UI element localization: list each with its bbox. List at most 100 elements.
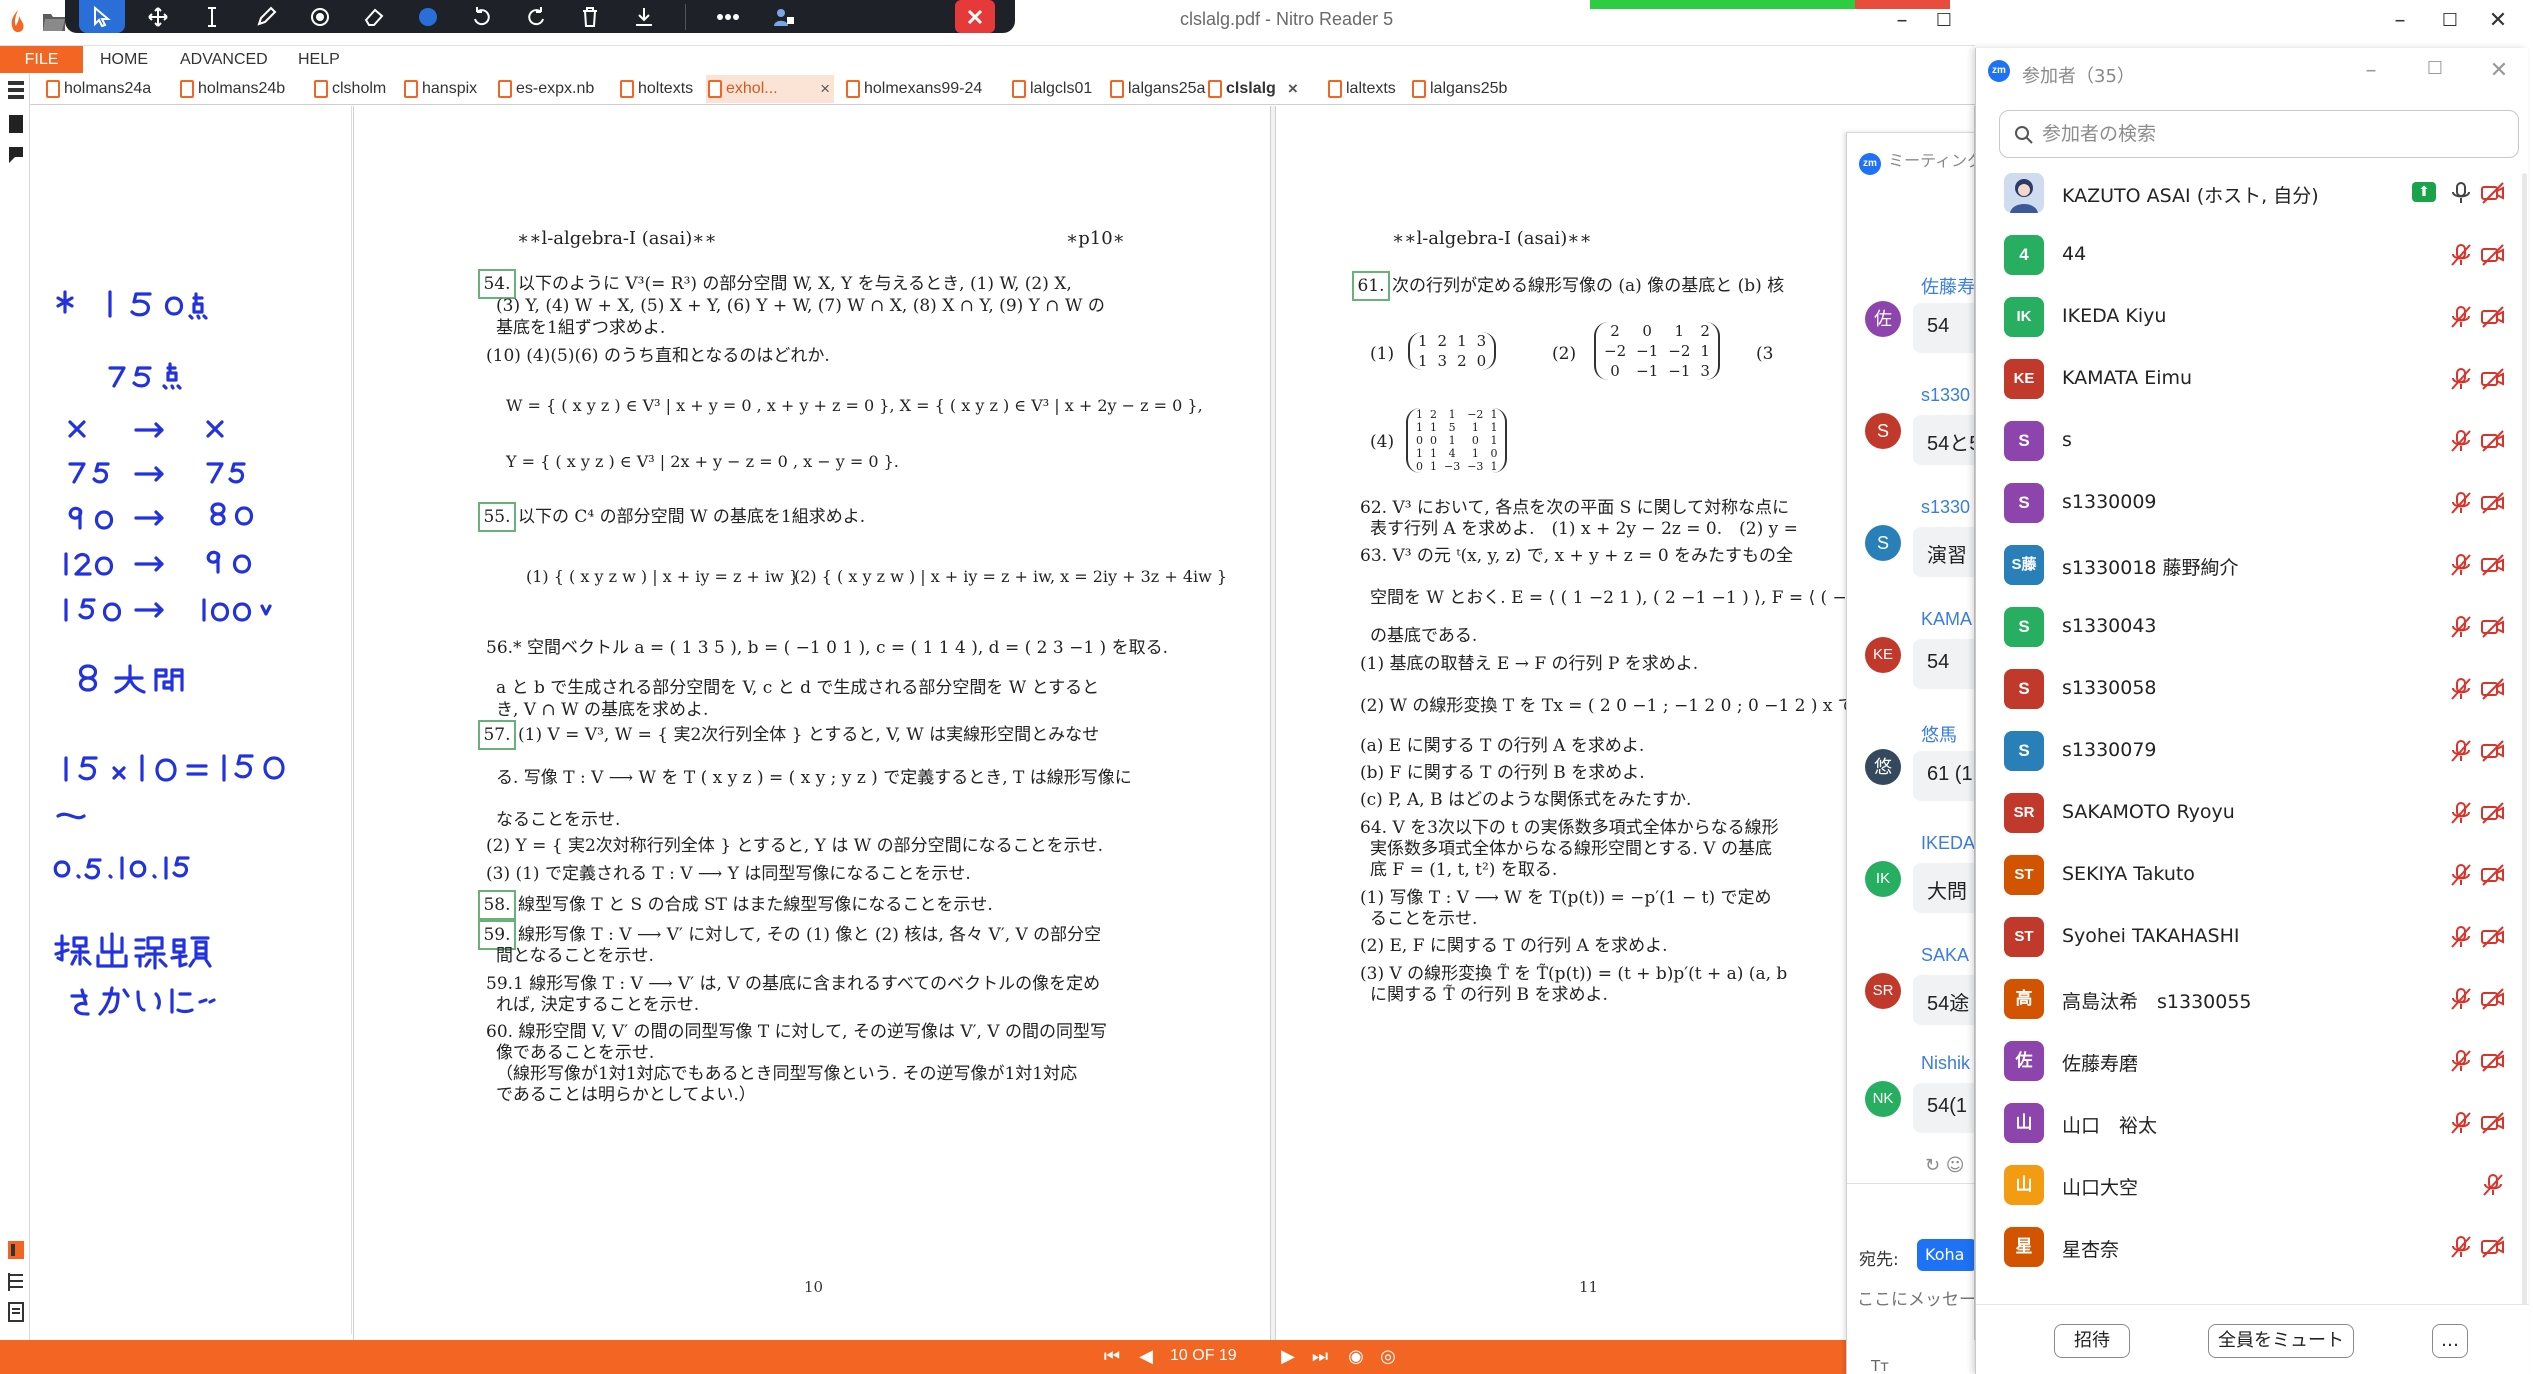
tab-holmans24a[interactable]: holmans24a: [44, 75, 151, 103]
video-off-icon[interactable]: [2480, 739, 2506, 763]
participant-row[interactable]: 星星杏奈: [1976, 1216, 2516, 1278]
tab-es-expx[interactable]: es-expx.nb: [496, 75, 594, 103]
recipient-select[interactable]: Koha: [1917, 1239, 1974, 1271]
tab-clsholm[interactable]: clsholm: [312, 75, 386, 103]
microphone-muted-icon[interactable]: [2448, 987, 2474, 1011]
microphone-muted-icon[interactable]: [2448, 677, 2474, 701]
participant-row[interactable]: ST Syohei TAKAHASHI: [1976, 906, 2516, 968]
participant-row[interactable]: SR SAKAMOTO Ryoyu: [1976, 782, 2516, 844]
video-off-icon[interactable]: [2480, 1049, 2506, 1073]
video-off-icon[interactable]: [2480, 305, 2506, 329]
tab-lalgcls01[interactable]: lalgcls01: [1010, 75, 1092, 103]
participant-row[interactable]: S藤 s1330018 藤野絢介: [1976, 534, 2516, 596]
tab-lalgans25a[interactable]: lalgans25a: [1108, 75, 1205, 103]
participant-row[interactable]: 4 44: [1976, 224, 2516, 286]
tab-hanspix[interactable]: hanspix: [402, 75, 477, 103]
mute-all-button[interactable]: 全員をミュート: [2208, 1324, 2354, 1358]
invite-button[interactable]: 招待: [2054, 1324, 2130, 1358]
panel-maximize-icon[interactable]: ☐: [2420, 58, 2450, 79]
tab-lalgans25b[interactable]: lalgans25b: [1410, 75, 1507, 103]
participant-row[interactable]: Ss1330079: [1976, 720, 2516, 782]
layers-panel-icon[interactable]: [6, 1271, 26, 1293]
video-off-icon[interactable]: [2480, 987, 2506, 1011]
menu-home[interactable]: HOME: [100, 46, 148, 74]
panel-close-icon[interactable]: ✕: [2484, 58, 2514, 83]
more-options-button[interactable]: …: [2432, 1324, 2468, 1358]
microphone-muted-icon[interactable]: [2448, 429, 2474, 453]
chat-input[interactable]: [1857, 1285, 1974, 1315]
video-off-icon[interactable]: [2480, 181, 2506, 205]
text-format-icon[interactable]: Tᴛ: [1871, 1357, 1889, 1374]
bookmarks-panel-icon[interactable]: [6, 113, 26, 135]
tab-holtexts[interactable]: holtexts: [618, 75, 693, 103]
microphone-muted-icon[interactable]: [2448, 801, 2474, 825]
forward-view-icon[interactable]: ◎: [1376, 1346, 1400, 1368]
participant-row[interactable]: Ss1330058: [1976, 658, 2516, 720]
video-off-icon[interactable]: [2480, 863, 2506, 887]
microphone-muted-icon[interactable]: [2448, 367, 2474, 391]
microphone-muted-icon[interactable]: [2448, 863, 2474, 887]
comments-panel-icon[interactable]: [6, 145, 26, 167]
participant-row[interactable]: 山山口 裕太: [1976, 1092, 2516, 1154]
orange-panel-icon[interactable]: [6, 1239, 26, 1261]
video-off-icon[interactable]: [2480, 429, 2506, 453]
microphone-muted-icon[interactable]: [2448, 615, 2474, 639]
pdf-viewer[interactable]: ∗∗l-algebra-I (asai)∗∗ ∗p10∗ 54. 以下のように …: [353, 106, 1975, 1340]
participant-row[interactable]: Ss: [1976, 410, 2516, 472]
last-page-icon[interactable]: ⏭: [1308, 1346, 1332, 1368]
participant-search[interactable]: [1999, 110, 2519, 158]
microphone-muted-icon[interactable]: [2448, 491, 2474, 515]
chat-bubble[interactable]: 大問: [1913, 863, 1974, 913]
participant-row[interactable]: 山山口大空: [1976, 1154, 2516, 1216]
tab-holmans24b[interactable]: holmans24b: [178, 75, 285, 103]
participant-row[interactable]: Ss1330043: [1976, 596, 2516, 658]
microphone-muted-icon[interactable]: [2448, 243, 2474, 267]
color-dot-icon[interactable]: [405, 0, 451, 33]
reaction-icon[interactable]: ↻ ☺: [1925, 1155, 1965, 1176]
participant-row[interactable]: KE KAMATA Eimu: [1976, 348, 2516, 410]
participant-row[interactable]: IK IKEDA Kiyu: [1976, 286, 2516, 348]
participant-row[interactable]: Ss1330009: [1976, 472, 2516, 534]
menu-advanced[interactable]: ADVANCED: [180, 46, 268, 74]
select-arrow-icon[interactable]: [79, 0, 125, 33]
participant-row[interactable]: 高高島汰希 s1330055: [1976, 968, 2516, 1030]
video-off-icon[interactable]: [2480, 1235, 2506, 1259]
chat-bubble[interactable]: 54: [1913, 639, 1974, 689]
eraser-icon[interactable]: [351, 0, 397, 33]
page-indicator[interactable]: 10 OF 19: [1170, 1347, 1237, 1365]
back-view-icon[interactable]: ◉: [1344, 1346, 1368, 1368]
chat-bubble[interactable]: 61 (1: [1913, 751, 1974, 801]
open-folder-icon[interactable]: [42, 10, 66, 32]
chat-bubble[interactable]: 54(1: [1913, 1083, 1974, 1133]
share-screen-icon[interactable]: [761, 0, 807, 33]
video-off-icon[interactable]: [2480, 801, 2506, 825]
tab-clslalg[interactable]: clslalg ×: [1206, 75, 1302, 103]
text-cursor-icon[interactable]: [189, 0, 235, 33]
microphone-muted-icon[interactable]: [2480, 1173, 2506, 1197]
tab-holmexans99-24[interactable]: holmexans99-24: [844, 75, 982, 103]
tab-close-icon[interactable]: ×: [1288, 75, 1298, 103]
panel-minimize-icon[interactable]: –: [2356, 58, 2386, 83]
microphone-muted-icon[interactable]: [2448, 1049, 2474, 1073]
download-icon[interactable]: [621, 0, 667, 33]
microphone-muted-icon[interactable]: [2448, 925, 2474, 949]
microphone-muted-icon[interactable]: [2448, 739, 2474, 763]
app-maximize-icon[interactable]: ☐: [2430, 6, 2470, 36]
first-page-icon[interactable]: ⏮: [1100, 1346, 1124, 1368]
minimize-icon[interactable]: –: [1882, 6, 1922, 36]
microphone-muted-icon[interactable]: [2448, 1111, 2474, 1135]
menu-help[interactable]: HELP: [298, 46, 340, 74]
video-off-icon[interactable]: [2480, 553, 2506, 577]
video-off-icon[interactable]: [2480, 367, 2506, 391]
more-icon[interactable]: [705, 0, 751, 33]
scrollbar[interactable]: [2522, 173, 2527, 1323]
trash-icon[interactable]: [567, 0, 613, 33]
participant-row[interactable]: KAZUTO ASAI (ホスト, 自分) ⬆: [1976, 162, 2516, 224]
app-minimize-icon[interactable]: –: [2380, 6, 2420, 36]
participant-row[interactable]: 佐佐藤寿磨: [1976, 1030, 2516, 1092]
video-off-icon[interactable]: [2480, 1111, 2506, 1135]
tab-exhol[interactable]: exhol... ×: [706, 75, 834, 103]
prev-page-icon[interactable]: ◀: [1134, 1346, 1158, 1368]
highlighter-icon[interactable]: [297, 0, 343, 33]
move-icon[interactable]: [135, 0, 181, 33]
